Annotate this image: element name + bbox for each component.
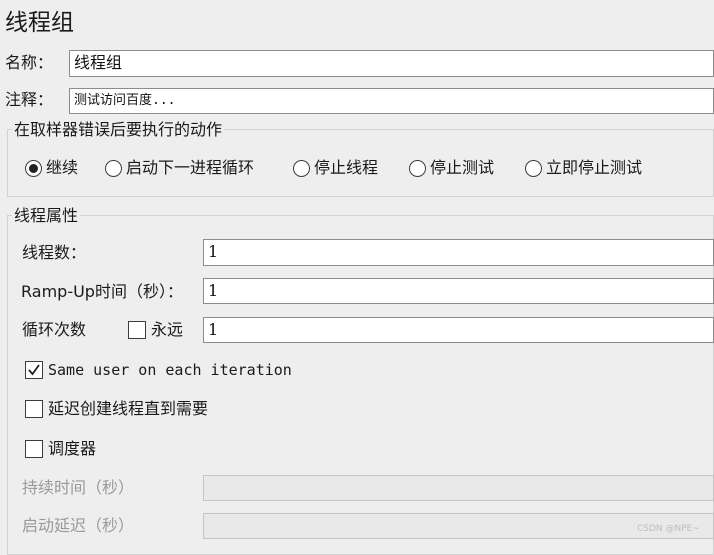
forever-checkbox[interactable]: 永远 <box>128 319 183 341</box>
watermark: CSDN @NPE~ <box>637 524 700 534</box>
rampup-field[interactable]: 1 <box>203 278 714 304</box>
radio-label: 启动下一进程循环 <box>126 158 255 177</box>
checkbox-unchecked-icon <box>25 400 43 418</box>
startup-delay-label: 启动延迟（秒） <box>22 516 135 535</box>
radio-unselected-icon <box>105 159 122 177</box>
threads-field[interactable]: 1 <box>203 239 714 266</box>
page-title: 线程组 <box>5 10 74 36</box>
comment-field[interactable]: 测试访问百度... <box>69 88 714 114</box>
radio-unselected-icon <box>409 159 426 177</box>
thread-properties-group <box>7 215 714 555</box>
rampup-label: Ramp-Up时间（秒）： <box>21 282 183 301</box>
delay-create-checkbox[interactable]: 延迟创建线程直到需要 <box>25 398 208 420</box>
same-user-label: Same user on each iteration <box>48 361 292 379</box>
checkbox-unchecked-icon <box>128 321 146 339</box>
same-user-checkbox[interactable]: Same user on each iteration <box>25 359 292 381</box>
name-label: 名称： <box>5 53 54 72</box>
radio-continue[interactable]: 继续 <box>25 157 78 179</box>
comment-label: 注释： <box>5 90 54 109</box>
radio-selected-icon <box>25 159 42 177</box>
radio-label: 停止测试 <box>430 158 495 177</box>
radio-start-next-loop[interactable]: 启动下一进程循环 <box>105 157 254 179</box>
radio-stop-test-now[interactable]: 立即停止测试 <box>525 157 642 179</box>
radio-unselected-icon <box>293 159 310 177</box>
radio-stop-thread[interactable]: 停止线程 <box>293 157 378 179</box>
threads-label: 线程数： <box>22 243 87 262</box>
checkbox-checked-icon <box>25 361 43 379</box>
thread-properties-legend: 线程属性 <box>12 205 81 227</box>
delay-create-label: 延迟创建线程直到需要 <box>48 399 209 418</box>
sampler-error-legend: 在取样器错误后要执行的动作 <box>12 119 225 141</box>
radio-label: 立即停止测试 <box>546 158 643 177</box>
duration-field[interactable] <box>203 475 714 501</box>
duration-label: 持续时间（秒） <box>22 478 135 497</box>
radio-stop-test[interactable]: 停止测试 <box>409 157 494 179</box>
name-field[interactable]: 线程组 <box>69 50 714 77</box>
loop-label: 循环次数 <box>22 320 87 339</box>
loop-count-field[interactable]: 1 <box>203 317 714 343</box>
scheduler-label: 调度器 <box>48 439 97 458</box>
radio-label: 停止线程 <box>314 158 379 177</box>
scheduler-checkbox[interactable]: 调度器 <box>25 438 96 460</box>
checkbox-unchecked-icon <box>25 440 43 458</box>
radio-label: 继续 <box>46 158 79 177</box>
radio-unselected-icon <box>525 159 542 177</box>
forever-label: 永远 <box>151 320 184 339</box>
